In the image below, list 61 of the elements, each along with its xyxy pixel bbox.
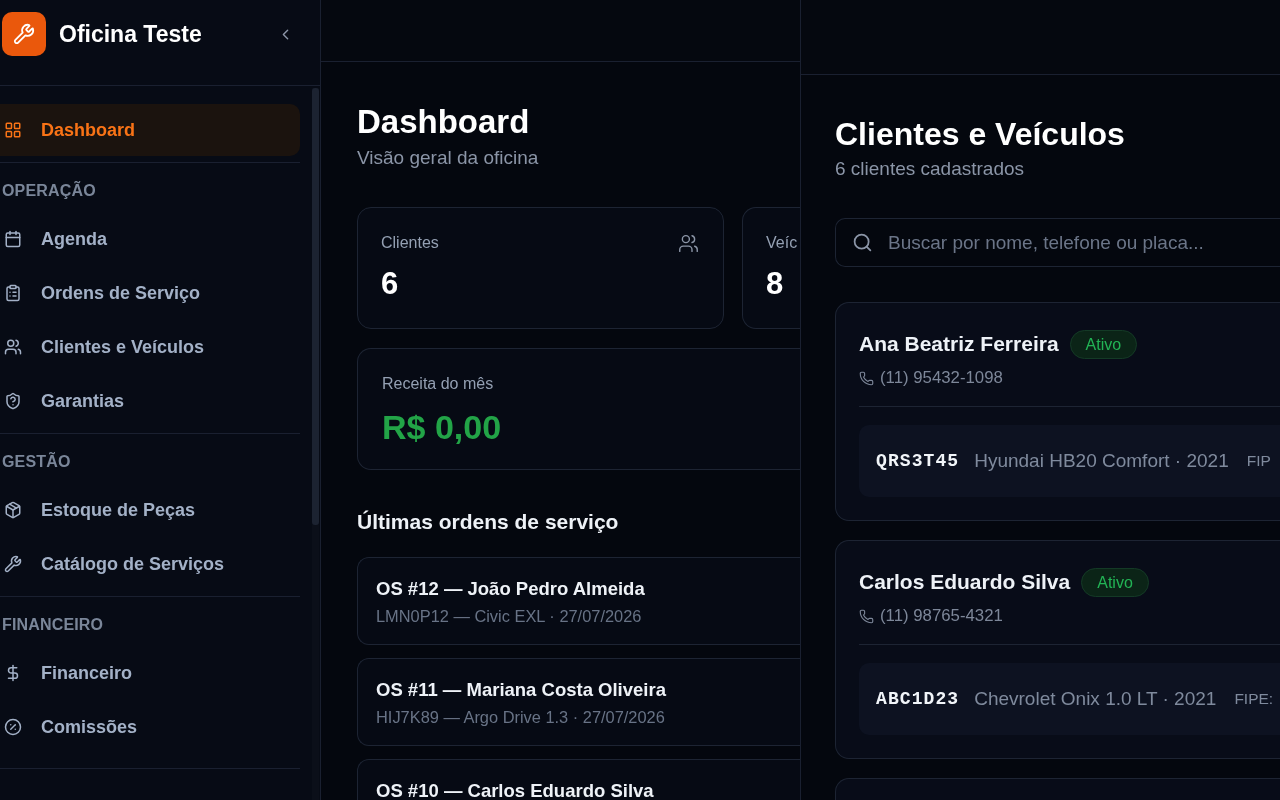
fipe-label: FIP	[1246, 451, 1271, 472]
vehicle-model: Chevrolet Onix 1.0 LT · 2021	[974, 686, 1217, 711]
status-badge: Ativo	[1069, 329, 1138, 359]
nav-item[interactable]: Estoque de Peças	[0, 484, 300, 536]
page-title: Clientes e Veículos	[835, 115, 1126, 154]
shield-icon	[4, 392, 22, 410]
license-plate: QRS3T45	[876, 449, 960, 473]
nav-item[interactable]: Dashboard	[0, 104, 300, 156]
vehicle-model: Hyundai HB20 Comfort · 2021	[974, 448, 1229, 473]
phone-icon	[859, 370, 874, 386]
nav-item[interactable]: Comissões	[0, 701, 300, 753]
nav-item[interactable]: Ordens de Serviço	[0, 267, 300, 319]
nav-item[interactable]: Garantias	[0, 375, 300, 427]
section-heading: FINANCEIRO	[1, 615, 104, 635]
page-subtitle: Visão geral da oficina	[357, 146, 540, 170]
order-card[interactable]: OS #10 — Carlos Eduardo Silva	[357, 759, 800, 800]
users-icon	[678, 233, 699, 254]
order-card[interactable]: OS #11 — Mariana Costa Oliveira HIJ7K89 — Argo Drive 1.3 · 27/07/2026	[357, 658, 800, 746]
clipboard-icon	[4, 284, 22, 302]
section-title: Últimas ordens de serviço	[357, 509, 620, 535]
grid-icon	[4, 121, 22, 139]
client-name: Ana Beatriz Ferreira	[859, 331, 1059, 357]
order-detail: LMN0P12 — Civic EXL · 27/07/2026	[376, 606, 643, 626]
order-title: OS #10 — Carlos Eduardo Silva	[376, 780, 655, 800]
stat-value: 6	[381, 266, 400, 302]
stat-value: 8	[766, 266, 785, 302]
license-plate: ABC1D23	[876, 687, 960, 711]
revenue-label: Receita do mês	[382, 374, 495, 394]
calendar-icon	[4, 230, 22, 248]
fipe-label: FIPE:	[1234, 689, 1274, 710]
status-badge: Ativo	[1081, 567, 1149, 597]
stat-label: Clientes	[381, 233, 439, 253]
box-icon	[4, 501, 22, 519]
nav-item[interactable]: Catálogo de Serviços	[0, 538, 300, 590]
order-title: OS #11 — Mariana Costa Oliveira	[376, 679, 667, 701]
nav-item[interactable]: Financeiro	[0, 647, 300, 699]
order-title: OS #12 — João Pedro Almeida	[376, 578, 646, 600]
client-name: Carlos Eduardo Silva	[859, 569, 1071, 595]
revenue-value: R$ 0,00	[382, 407, 503, 447]
page-title: Dashboard	[357, 102, 531, 142]
client-phone: (11) 95432-1098	[880, 368, 1003, 388]
app-title: Oficina Teste	[59, 20, 202, 49]
order-detail: HIJ7K89 — Argo Drive 1.3 · 27/07/2026	[376, 707, 666, 727]
vehicle-row[interactable]: QRS3T45 Hyundai HB20 Comfort · 2021 FIP	[859, 425, 1280, 497]
nav-item[interactable]: Clientes e Veículos	[0, 321, 300, 373]
search-field[interactable]: Buscar por nome, telefone ou placa...	[835, 218, 1280, 267]
wrench-icon	[4, 555, 22, 573]
page-subtitle: 6 clientes cadastrados	[835, 157, 1026, 181]
client-phone: (11) 98765-4321	[880, 606, 1003, 626]
section-heading: OPERAÇÃO	[1, 180, 96, 201]
users-icon	[4, 338, 22, 356]
order-card[interactable]: OS #12 — João Pedro Almeida LMN0P12 — Civic EXL · 27/07/2026	[357, 557, 800, 645]
vehicle-row[interactable]: ABC1D23 Chevrolet Onix 1.0 LT · 2021 FIPE:	[859, 663, 1280, 735]
stat-label: Veíc	[766, 233, 798, 253]
nav-item[interactable]: Agenda	[0, 213, 300, 265]
phone-icon	[859, 608, 874, 624]
scrollbar-thumb[interactable]	[312, 88, 319, 525]
percent-icon	[4, 718, 22, 736]
logo-icon	[2, 12, 46, 56]
section-heading: GESTÃO	[1, 451, 71, 472]
search-icon	[852, 232, 873, 253]
